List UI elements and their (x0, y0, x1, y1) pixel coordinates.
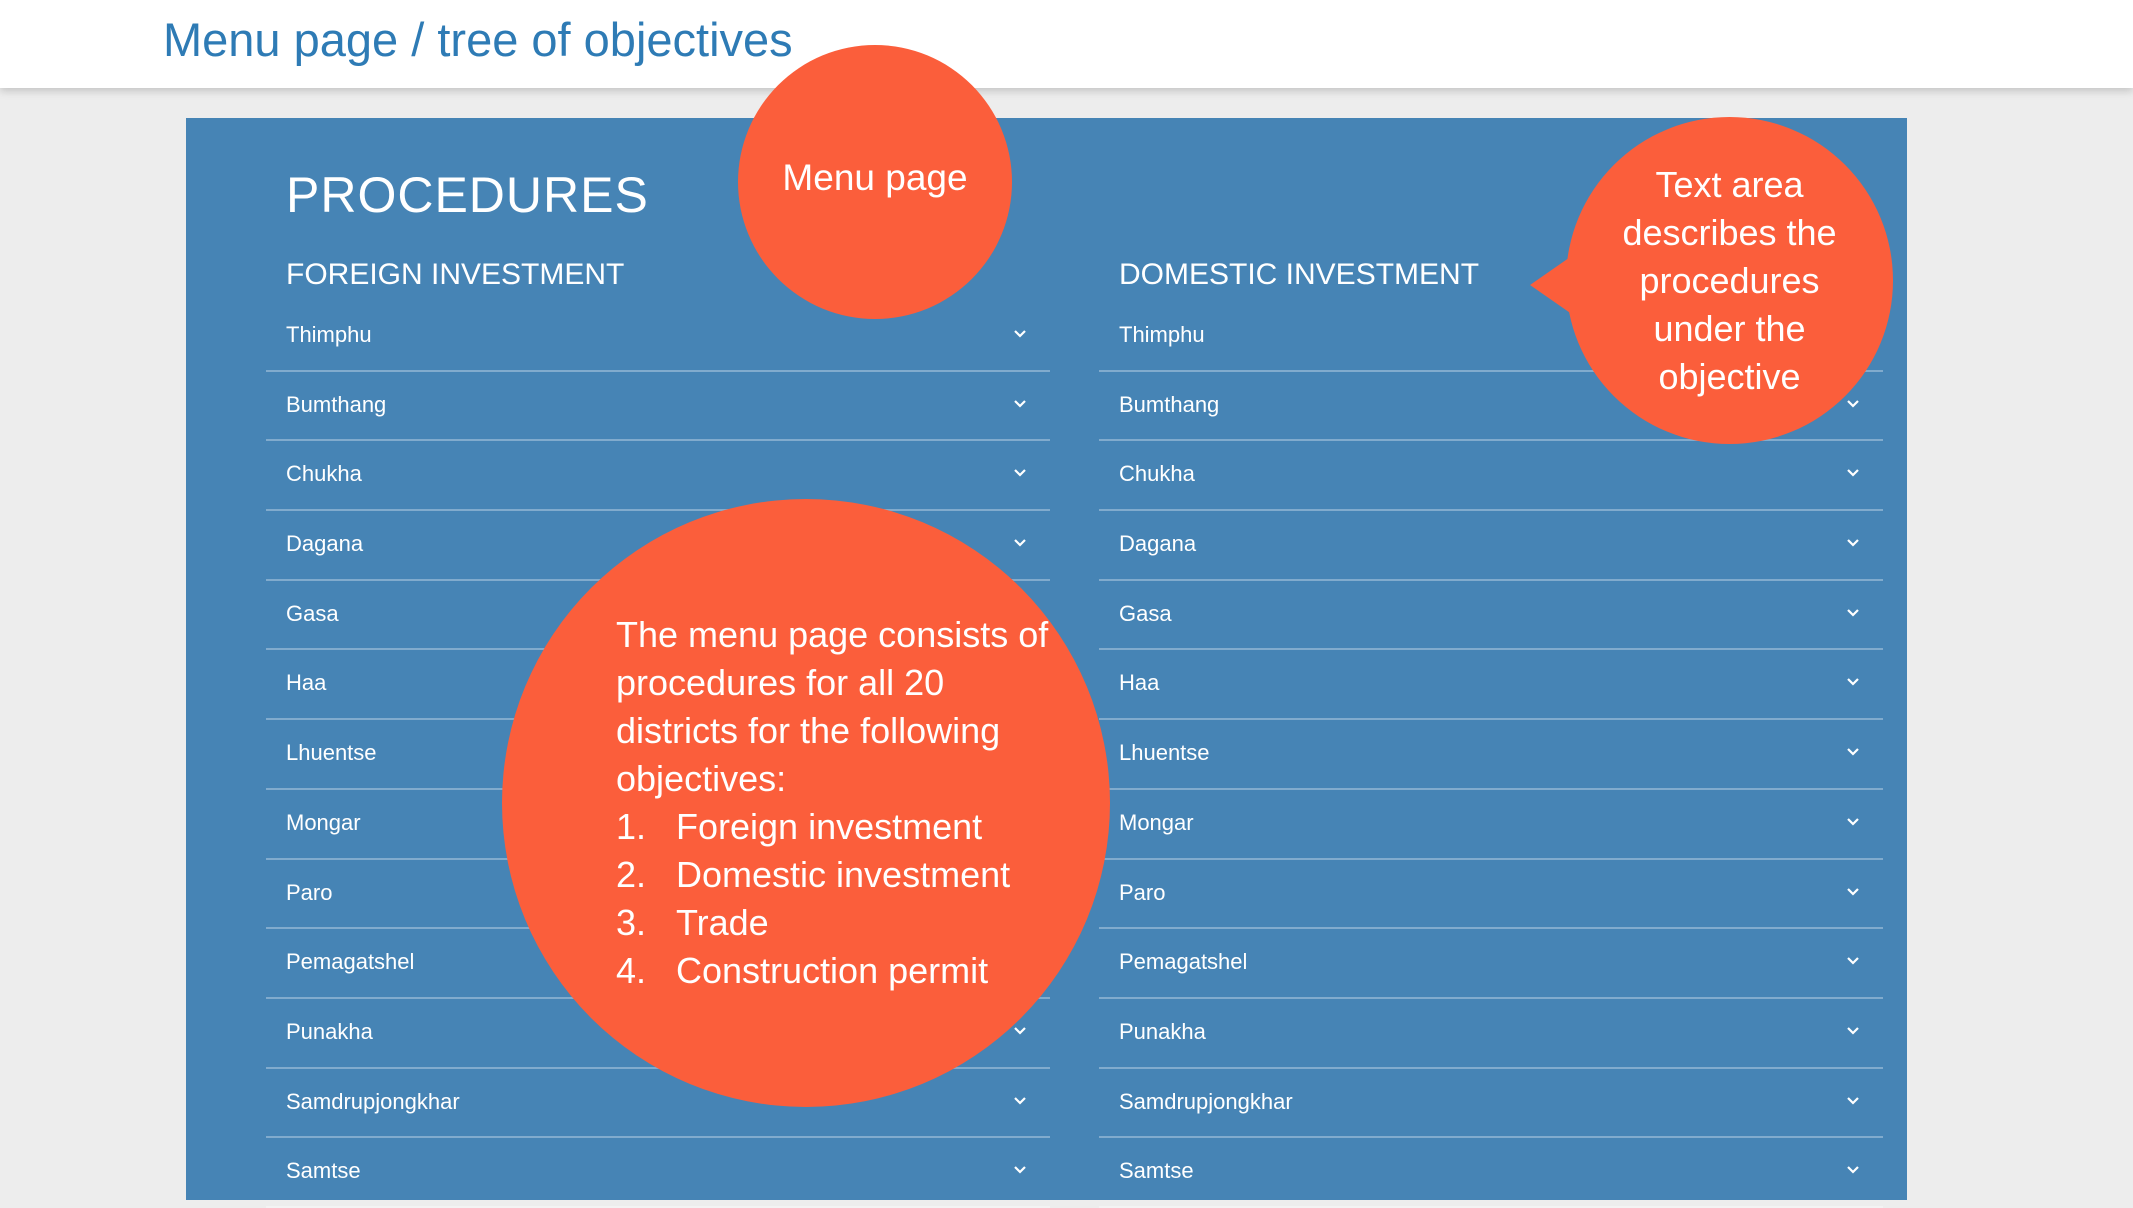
district-row[interactable]: Paro (1099, 860, 1883, 930)
district-name: Pemagatshel (1119, 949, 1248, 975)
district-name: Gasa (286, 600, 339, 626)
callout-text: Text area describes the procedures under… (1622, 164, 1837, 397)
chevron-down-icon[interactable] (1012, 329, 1028, 339)
district-row[interactable]: Samtse (1099, 1138, 1883, 1208)
district-name: Mongar (286, 809, 361, 835)
chevron-down-icon[interactable] (1845, 608, 1861, 618)
district-row[interactable]: Haa (1099, 650, 1883, 721)
district-row[interactable]: Samdrupjongkhar (1099, 1069, 1883, 1139)
district-name: Punakha (1119, 1018, 1206, 1044)
chevron-down-icon[interactable] (1845, 956, 1861, 966)
district-name: Paro (1119, 879, 1166, 905)
chevron-down-icon[interactable] (1012, 1165, 1028, 1175)
objective-number: 3. (616, 902, 647, 943)
district-row[interactable]: Samtse (266, 1138, 1050, 1208)
district-name: Mongar (1119, 809, 1194, 835)
district-name: Samdrupjongkhar (1119, 1088, 1293, 1114)
objective-item: 1. Foreign investment (616, 803, 1076, 851)
district-row[interactable]: Thimphu (266, 302, 1050, 372)
chevron-down-icon[interactable] (1845, 1165, 1861, 1175)
district-name: Thimphu (1119, 322, 1205, 347)
objective-item: 3. Trade (616, 899, 1076, 947)
text-area-callout: Text area describes the procedures under… (1530, 117, 1893, 444)
district-name: Lhuentse (1119, 740, 1210, 766)
district-name: Bumthang (1119, 391, 1220, 417)
chevron-down-icon[interactable] (1845, 538, 1861, 548)
district-name: Dagana (286, 531, 364, 557)
objective-number: 2. (616, 854, 647, 895)
chevron-down-icon[interactable] (1012, 399, 1028, 409)
chevron-down-icon[interactable] (1845, 1096, 1861, 1106)
objective-list: 1. Foreign investment 2. Domestic invest… (616, 803, 1076, 995)
district-name: Samtse (286, 1158, 361, 1184)
district-name: Bumthang (286, 391, 387, 417)
district-row[interactable]: Punakha (1099, 999, 1883, 1069)
objective-item: 2. Domestic investment (616, 851, 1076, 899)
objective-item: 4. Construction permit (616, 947, 1076, 995)
objective-label: Domestic investment (676, 854, 1011, 895)
chevron-down-icon[interactable] (1012, 1096, 1028, 1106)
district-name: Dagana (1119, 531, 1197, 557)
chevron-down-icon[interactable] (1012, 538, 1028, 548)
district-name: Gasa (1119, 600, 1172, 626)
slide-header: Menu page / tree of objectives (0, 0, 2133, 88)
district-row[interactable]: Dagana (1099, 511, 1883, 581)
objective-number: 1. (616, 806, 647, 847)
district-name: Pemagatshel (286, 949, 415, 975)
district-row[interactable]: Chukha (1099, 441, 1883, 512)
callout-text: Menu page (782, 157, 968, 198)
chevron-down-icon[interactable] (1845, 677, 1861, 687)
chevron-down-icon[interactable] (1012, 1026, 1028, 1036)
panel-title: PROCEDURES (286, 167, 649, 223)
district-row[interactable]: Chukha (266, 441, 1050, 512)
menu-page-callout: Menu page (738, 45, 1012, 319)
district-name: Punakha (286, 1018, 373, 1044)
district-name: Lhuentse (286, 740, 377, 766)
district-name: Thimphu (286, 322, 372, 347)
chevron-down-icon[interactable] (1845, 1026, 1861, 1036)
objective-label: Trade (676, 902, 769, 943)
objective-number: 4. (616, 950, 647, 991)
district-row[interactable]: Lhuentse (1099, 720, 1883, 790)
district-name: Haa (286, 670, 327, 696)
callout-body: The menu page consists of procedures for… (616, 611, 1076, 995)
district-name: Chukha (286, 461, 362, 487)
district-name: Paro (286, 879, 333, 905)
objective-label: Foreign investment (676, 806, 983, 847)
district-row[interactable]: Bumthang (266, 372, 1050, 442)
objectives-callout: The menu page consists of procedures for… (502, 499, 1110, 1107)
district-name: Chukha (1119, 461, 1195, 487)
callout-pointer (1530, 253, 1576, 317)
chevron-down-icon[interactable] (1845, 887, 1861, 897)
chevron-down-icon[interactable] (1845, 747, 1861, 757)
district-name: Haa (1119, 670, 1160, 696)
district-row[interactable]: Gasa (1099, 581, 1883, 651)
district-name: Samtse (1119, 1158, 1194, 1184)
chevron-down-icon[interactable] (1012, 468, 1028, 478)
district-row[interactable]: Mongar (1099, 790, 1883, 860)
chevron-down-icon[interactable] (1845, 817, 1861, 827)
objective-label: Construction permit (676, 950, 989, 991)
district-name: Samdrupjongkhar (286, 1088, 460, 1114)
callout-intro: The menu page consists of procedures for… (616, 614, 1049, 799)
slide-title: Menu page / tree of objectives (163, 13, 793, 66)
district-row[interactable]: Pemagatshel (1099, 929, 1883, 999)
chevron-down-icon[interactable] (1845, 468, 1861, 478)
